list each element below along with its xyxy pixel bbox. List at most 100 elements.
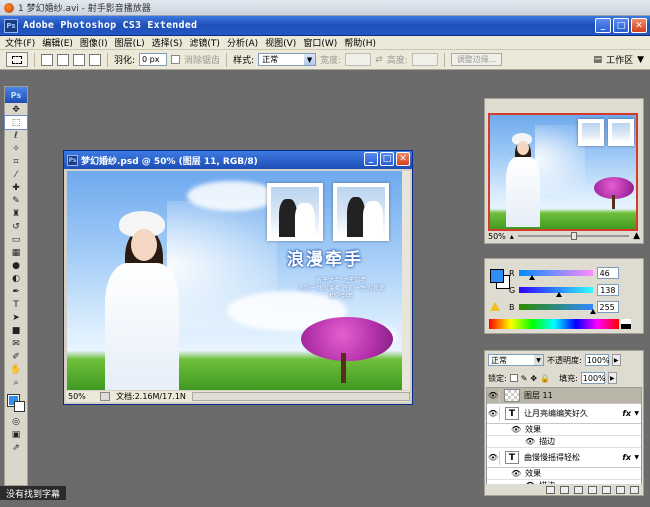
menu-filter[interactable]: 滤镜(T): [189, 36, 220, 49]
subtract-selection-button[interactable]: [73, 53, 85, 66]
menu-select[interactable]: 选择(S): [152, 36, 183, 49]
clone-stamp-tool-icon[interactable]: ♜: [5, 207, 27, 220]
eye-icon[interactable]: 👁: [511, 425, 521, 434]
magic-wand-tool-icon[interactable]: ✧: [5, 142, 27, 155]
path-selection-tool-icon[interactable]: ➤: [5, 311, 27, 324]
layer-row[interactable]: 👁 T 曲慢慢摇得轻松 fx ▼: [487, 448, 641, 468]
opacity-input[interactable]: 100%: [584, 354, 610, 366]
quick-mask-icon[interactable]: ◎: [5, 415, 27, 428]
fill-arrow-icon[interactable]: ▶: [607, 372, 617, 384]
eye-icon[interactable]: 👁: [525, 437, 535, 446]
channel-slider-b[interactable]: [518, 304, 596, 314]
document-canvas[interactable]: 浪漫牵手 执子之手 之子偕老 许你一世的温柔 许你一生的浪漫 相守到老: [67, 171, 403, 390]
tool-preset-picker[interactable]: [6, 52, 28, 67]
zoom-out-icon[interactable]: ▴: [510, 232, 514, 241]
link-layers-icon[interactable]: [546, 485, 555, 494]
eye-icon[interactable]: 👁: [487, 388, 500, 403]
eyedropper2-tool-icon[interactable]: ✐: [5, 350, 27, 363]
eye-icon[interactable]: 👁: [511, 469, 521, 478]
feather-input[interactable]: 0 px: [139, 53, 168, 66]
refine-edge-button[interactable]: 调整边缘...: [450, 53, 503, 66]
layer-row[interactable]: 👁 图层 11: [487, 388, 641, 404]
history-brush-tool-icon[interactable]: ↺: [5, 220, 27, 233]
expand-icon[interactable]: ▼: [634, 410, 639, 417]
adjustment-layer-icon[interactable]: [588, 485, 597, 494]
channel-slider-r[interactable]: [518, 270, 593, 280]
new-layer-icon[interactable]: [616, 485, 625, 494]
menu-file[interactable]: 文件(F): [5, 36, 35, 49]
fill-input[interactable]: 100%: [580, 372, 606, 384]
maximize-button[interactable]: □: [613, 18, 629, 33]
blend-mode-select[interactable]: 正常 ▼: [488, 354, 544, 366]
channel-value-g[interactable]: 138: [597, 284, 620, 296]
gradient-tool-icon[interactable]: ▦: [5, 246, 27, 259]
healing-brush-tool-icon[interactable]: ✚: [5, 181, 27, 194]
marquee-tool-icon[interactable]: ⬚: [4, 115, 28, 130]
eraser-tool-icon[interactable]: ▭: [5, 233, 27, 246]
width-input[interactable]: [345, 53, 372, 66]
pen-tool-icon[interactable]: ✒: [5, 285, 27, 298]
zoom-tool-icon[interactable]: ⌕: [5, 376, 27, 389]
lock-all-icon[interactable]: 🔒: [540, 374, 550, 383]
close-button[interactable]: ✕: [631, 18, 647, 33]
minimize-button[interactable]: _: [595, 18, 611, 33]
doc-close-button[interactable]: ✕: [396, 152, 410, 166]
layer-effect-row[interactable]: 👁 描边: [487, 436, 641, 448]
type-tool-icon[interactable]: T: [5, 298, 27, 311]
new-group-icon[interactable]: [602, 485, 611, 494]
add-selection-button[interactable]: [57, 53, 69, 66]
hand-tool-icon[interactable]: ✋: [5, 363, 27, 376]
layer-effects-row[interactable]: 👁 效果: [487, 468, 641, 480]
height-input[interactable]: [411, 53, 438, 66]
menu-view[interactable]: 视图(V): [265, 36, 296, 49]
lock-transparency-icon[interactable]: [509, 374, 518, 382]
channel-slider-g[interactable]: [519, 287, 594, 297]
brush-tool-icon[interactable]: ✎: [5, 194, 27, 207]
menu-edit[interactable]: 编辑(E): [42, 36, 73, 49]
move-tool-icon[interactable]: ✥: [5, 103, 27, 116]
add-mask-icon[interactable]: [574, 485, 583, 494]
opacity-arrow-icon[interactable]: ▶: [611, 354, 621, 366]
menu-window[interactable]: 窗口(W): [303, 36, 337, 49]
intersect-selection-button[interactable]: [89, 53, 101, 66]
channel-value-r[interactable]: 46: [596, 267, 619, 279]
screen-mode-icon[interactable]: ▣: [5, 428, 27, 441]
toolbox-ps-logo[interactable]: Ps: [5, 87, 27, 103]
dodge-tool-icon[interactable]: ◐: [5, 272, 27, 285]
navigator-zoom[interactable]: 50%: [488, 232, 506, 241]
fx-icon[interactable]: fx: [622, 453, 631, 462]
document-zoom[interactable]: 50%: [68, 392, 94, 401]
lock-pixels-icon[interactable]: ✎: [521, 374, 528, 383]
menu-layer[interactable]: 图层(L): [115, 36, 145, 49]
fx-icon[interactable]: fx: [622, 409, 631, 418]
swap-icon[interactable]: ⇄: [375, 55, 383, 65]
document-horizontal-scrollbar[interactable]: [191, 392, 410, 401]
color-panel-fg-swatch[interactable]: [490, 269, 504, 283]
eyedropper-tool-icon[interactable]: ⁄: [5, 168, 27, 181]
shape-tool-icon[interactable]: ■: [5, 324, 27, 337]
color-spectrum-bar[interactable]: [489, 319, 631, 329]
notes-tool-icon[interactable]: ✉: [5, 337, 27, 350]
doc-maximize-button[interactable]: □: [380, 152, 394, 166]
delete-layer-icon[interactable]: [630, 485, 639, 494]
eye-icon[interactable]: 👁: [487, 406, 500, 421]
navigator-thumbnail[interactable]: [488, 113, 638, 231]
color-swatches[interactable]: [5, 393, 27, 415]
blur-tool-icon[interactable]: ●: [5, 259, 27, 272]
palette-well-icon[interactable]: ▤: [594, 55, 603, 65]
layer-row[interactable]: 👁 T 让月亮编编笑好久 fx ▼: [487, 404, 641, 424]
expand-icon[interactable]: ▼: [634, 454, 639, 461]
status-menu-icon[interactable]: [100, 392, 110, 401]
edit-in-imageready-icon[interactable]: ⇗: [5, 441, 27, 454]
document-vertical-scrollbar[interactable]: [402, 171, 410, 390]
zoom-in-icon[interactable]: ▲: [633, 231, 640, 241]
menu-analysis[interactable]: 分析(A): [227, 36, 258, 49]
navigator-zoom-slider[interactable]: [517, 232, 630, 240]
document-title-bar[interactable]: Ps 梦幻婚纱.psd @ 50% (图层 11, RGB/8) _ □ ✕: [64, 151, 412, 169]
doc-minimize-button[interactable]: _: [364, 152, 378, 166]
chevron-down-icon[interactable]: ▼: [637, 55, 644, 65]
menu-image[interactable]: 图像(I): [80, 36, 108, 49]
add-style-icon[interactable]: [560, 485, 569, 494]
gamut-warning-icon[interactable]: [490, 302, 500, 311]
workspace-label[interactable]: 工作区: [606, 53, 633, 66]
